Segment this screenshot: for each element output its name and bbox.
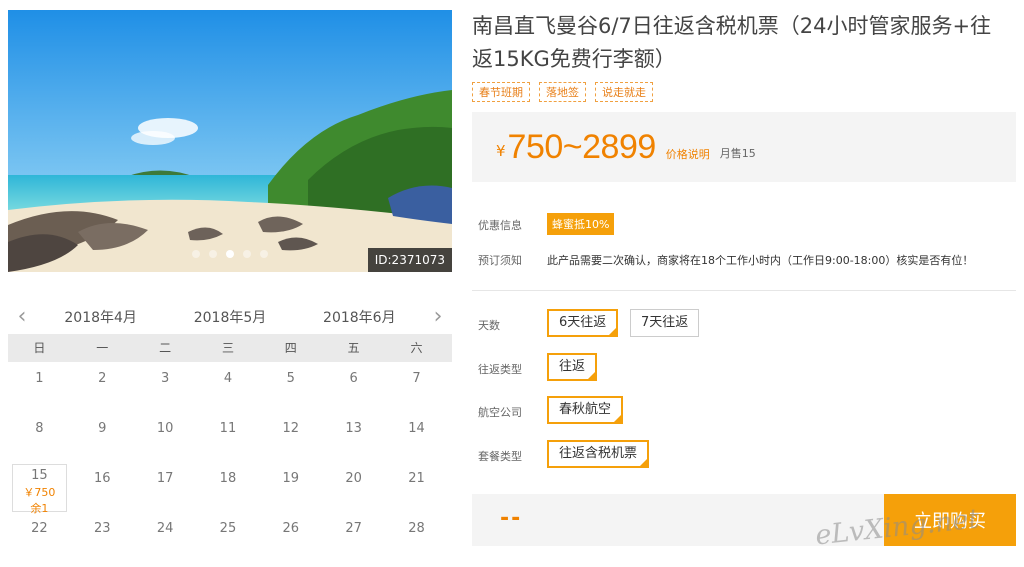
calendar-week: 1 2 3 4 5 6 7 <box>8 362 452 412</box>
product-tags: 春节班期 落地签 说走就走 <box>472 82 653 102</box>
chevron-left-icon[interactable]: ‹ <box>8 306 36 328</box>
weekday-label: 三 <box>221 341 234 355</box>
option-package[interactable]: 往返含税机票 <box>547 440 650 468</box>
calendar-header: ‹ 2018年4月 2018年5月 2018年6月 › <box>8 300 452 334</box>
option-7-days[interactable]: 7天往返 <box>630 309 700 337</box>
calendar-day[interactable]: 17 <box>134 462 197 512</box>
calendar-day[interactable]: 25 <box>197 512 260 562</box>
monthly-sales: 月售15 <box>719 147 756 160</box>
calendar-day[interactable]: 2 <box>71 362 134 412</box>
discount-badge: 蜂蜜抵10% <box>547 213 615 235</box>
calendar-weekday-row: 日 一 二 三 四 五 六 <box>8 334 452 362</box>
carousel-dot[interactable] <box>209 250 217 258</box>
calendar-day[interactable]: 7 <box>385 362 448 412</box>
date-calendar: ‹ 2018年4月 2018年5月 2018年6月 › 日 一 二 三 四 五 … <box>8 300 452 562</box>
day-price: ￥750 <box>23 486 56 499</box>
notice-label: 预订须知 <box>478 254 522 267</box>
chevron-right-icon[interactable]: › <box>424 306 452 328</box>
calendar-day[interactable]: 28 <box>385 512 448 562</box>
weekday-label: 一 <box>96 341 109 355</box>
calendar-month-tabs: 2018年4月 2018年5月 2018年6月 <box>36 307 424 327</box>
purchase-bar: -- 立即购买 <box>472 494 1016 546</box>
carousel-dot[interactable] <box>243 250 251 258</box>
calendar-day[interactable]: 19 <box>259 462 322 512</box>
total-price: -- <box>500 506 523 531</box>
product-tag: 春节班期 <box>472 82 530 102</box>
weekday-label: 二 <box>159 341 172 355</box>
price-panel: ¥ 750~2899 价格说明 月售15 <box>472 112 1016 182</box>
calendar-day[interactable]: 23 <box>71 512 134 562</box>
product-hero-image[interactable]: ID:2371073 <box>8 10 452 272</box>
calendar-day[interactable]: 9 <box>71 412 134 462</box>
weekday-label: 六 <box>410 341 423 355</box>
divider <box>472 290 1016 291</box>
calendar-day-selected[interactable]: 15 ￥750 余1 <box>12 464 67 515</box>
booking-notice: 此产品需要二次确认，商家将在18个工作小时内（工作日9:00-18:00）核实是… <box>547 254 974 267</box>
option-round-trip[interactable]: 往返 <box>547 353 598 381</box>
option-6-days[interactable]: 6天往返 <box>547 309 619 337</box>
weekday-label: 五 <box>347 341 360 355</box>
airline-label: 航空公司 <box>478 406 522 419</box>
calendar-day[interactable]: 13 <box>322 412 385 462</box>
product-tag: 说走就走 <box>595 82 653 102</box>
calendar-day[interactable]: 10 <box>134 412 197 462</box>
days-label: 天数 <box>478 319 500 332</box>
calendar-day[interactable]: 21 <box>385 462 448 512</box>
calendar-day[interactable]: 16 <box>71 462 134 512</box>
carousel-dot-active[interactable] <box>226 250 234 258</box>
calendar-day[interactable]: 22 <box>8 512 71 562</box>
calendar-day[interactable]: 8 <box>8 412 71 462</box>
calendar-day[interactable]: 14 <box>385 412 448 462</box>
weekday-label: 日 <box>33 341 46 355</box>
calendar-day[interactable]: 5 <box>259 362 322 412</box>
carousel-dot[interactable] <box>192 250 200 258</box>
day-number: 15 <box>31 468 48 483</box>
currency-symbol: ¥ <box>496 142 506 160</box>
calendar-day[interactable]: 20 <box>322 462 385 512</box>
calendar-day[interactable]: 26 <box>259 512 322 562</box>
buy-now-button[interactable]: 立即购买 <box>884 494 1016 546</box>
calendar-day[interactable]: 4 <box>197 362 260 412</box>
month-tab[interactable]: 2018年6月 <box>323 307 396 327</box>
calendar-day[interactable]: 12 <box>259 412 322 462</box>
calendar-week: 8 9 10 11 12 13 14 <box>8 412 452 462</box>
calendar-day[interactable]: 11 <box>197 412 260 462</box>
beach-photo <box>8 10 452 272</box>
calendar-day[interactable]: 3 <box>134 362 197 412</box>
calendar-day[interactable]: 24 <box>134 512 197 562</box>
month-tab[interactable]: 2018年5月 <box>194 307 267 327</box>
product-title: 南昌直飞曼谷6/7日往返含税机票（24小时管家服务+往返15KG免费行李额） <box>472 14 992 71</box>
option-airline[interactable]: 春秋航空 <box>547 396 624 424</box>
calendar-day[interactable]: 1 <box>8 362 71 412</box>
price-explanation-link[interactable]: 价格说明 <box>666 146 710 162</box>
calendar-day[interactable]: 6 <box>322 362 385 412</box>
package-label: 套餐类型 <box>478 450 522 463</box>
discount-label: 优惠信息 <box>478 219 522 232</box>
price-range: 750~2899 <box>507 127 657 166</box>
weekday-label: 四 <box>284 341 297 355</box>
product-id-badge: ID:2371073 <box>367 248 452 272</box>
carousel-dot[interactable] <box>260 250 268 258</box>
calendar-week: 15 ￥750 余1 16 17 18 19 20 21 <box>8 462 452 515</box>
calendar-day[interactable]: 18 <box>197 462 260 512</box>
calendar-week: 22 23 24 25 26 27 28 <box>8 512 452 562</box>
calendar-day[interactable]: 27 <box>322 512 385 562</box>
trip-type-label: 往返类型 <box>478 363 522 376</box>
product-tag: 落地签 <box>539 82 586 102</box>
month-tab[interactable]: 2018年4月 <box>64 307 137 327</box>
